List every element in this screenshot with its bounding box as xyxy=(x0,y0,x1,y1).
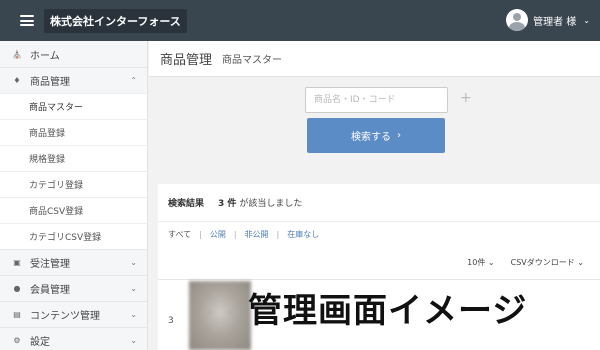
chevron-down-icon[interactable]: ⌄ xyxy=(583,16,590,25)
csv-download-menu[interactable]: CSVダウンロード ⌄ xyxy=(511,257,584,268)
plus-icon[interactable]: + xyxy=(460,90,472,106)
per-page-select[interactable]: 10件 ⌄ xyxy=(467,257,494,268)
sidebar-item-label: 会員管理 xyxy=(30,285,70,296)
sidebar: ⛪ ホーム ♦ 商品管理 ⌃ 商品マスター 商品登録 規格登録 カテゴリ登録 商… xyxy=(0,41,148,350)
chevron-right-icon: › xyxy=(397,130,401,141)
chevron-down-icon: ⌄ xyxy=(130,284,137,293)
chevron-up-icon: ⌃ xyxy=(130,76,137,85)
sidebar-subitem-product-master[interactable]: 商品マスター xyxy=(0,93,147,119)
page-subtitle: 商品マスター xyxy=(222,55,283,66)
sidebar-subitem-product-register[interactable]: 商品登録 xyxy=(0,119,147,145)
divider xyxy=(158,279,600,280)
sidebar-subitem-category-register[interactable]: カテゴリ登録 xyxy=(0,171,147,197)
list-controls: 10件 ⌄ CSVダウンロード ⌄ xyxy=(467,257,584,268)
gear-icon: ⚙ xyxy=(13,336,21,345)
hamburger-menu-icon[interactable] xyxy=(20,15,34,26)
product-thumbnail[interactable] xyxy=(189,281,251,350)
sidebar-item-product-management[interactable]: ♦ 商品管理 ⌃ xyxy=(0,67,147,93)
filter-separator: | xyxy=(233,229,237,239)
search-button-label: 検索する xyxy=(351,132,391,143)
sidebar-item-home[interactable]: ⛪ ホーム xyxy=(0,41,147,67)
sidebar-item-label: ホーム xyxy=(30,50,60,62)
filter-all[interactable]: すべて xyxy=(168,229,191,240)
sidebar-item-settings[interactable]: ⚙ 設定 ⌄ xyxy=(0,327,147,350)
user-menu[interactable]: 管理者 様 ⌄ xyxy=(506,9,590,31)
sidebar-subitem-spec-register[interactable]: 規格登録 xyxy=(0,145,147,171)
chevron-down-icon: ⌄ xyxy=(577,258,584,267)
document-icon: ▤ xyxy=(13,310,21,319)
filter-separator: | xyxy=(199,229,202,239)
sidebar-item-label: 商品管理 xyxy=(30,77,70,88)
sidebar-item-order-management[interactable]: ▣ 受注管理 ⌄ xyxy=(0,249,147,275)
results-header: 検索結果 3 件 が該当しました xyxy=(158,184,600,222)
sidebar-subitem-product-csv[interactable]: 商品CSV登録 xyxy=(0,197,147,223)
sidebar-subitem-category-csv[interactable]: カテゴリCSV登録 xyxy=(0,223,147,249)
avatar[interactable] xyxy=(506,9,529,31)
results-label: 検索結果 xyxy=(168,199,205,209)
overlay-caption: 管理画面イメージ xyxy=(248,291,528,331)
page-header: 商品管理 商品マスター xyxy=(149,41,600,77)
top-bar: 株式会社インターフォース 管理者 様 ⌄ xyxy=(0,0,600,41)
users-icon: ● xyxy=(13,284,21,293)
sidebar-item-label: 受注管理 xyxy=(30,259,70,270)
filter-private[interactable]: 非公開 xyxy=(245,229,269,240)
filter-out-of-stock[interactable]: 在庫なし xyxy=(287,229,319,240)
sidebar-item-content-management[interactable]: ▤ コンテンツ管理 ⌄ xyxy=(0,301,147,327)
chevron-down-icon: ⌄ xyxy=(130,310,137,319)
search-input[interactable] xyxy=(305,87,448,113)
chevron-down-icon: ⌄ xyxy=(130,258,137,267)
brand-name[interactable]: 株式会社インターフォース xyxy=(44,8,187,33)
search-button[interactable]: 検索する › xyxy=(307,118,445,153)
csv-download-label: CSVダウンロード xyxy=(510,258,575,267)
filter-separator: | xyxy=(276,229,280,239)
home-icon: ⛪ xyxy=(12,49,22,59)
cart-icon: ▣ xyxy=(13,258,21,267)
sidebar-item-member-management[interactable]: ● 会員管理 ⌄ xyxy=(0,275,147,301)
user-label[interactable]: 管理者 様 xyxy=(533,13,576,28)
per-page-value: 10件 xyxy=(467,258,486,267)
filter-links: すべて | 公開 | 非公開 | 在庫なし xyxy=(158,222,600,246)
chevron-down-icon: ⌄ xyxy=(130,336,137,345)
sidebar-item-label: 設定 xyxy=(30,337,50,348)
page-title: 商品管理 xyxy=(160,53,213,68)
filter-public[interactable]: 公開 xyxy=(210,229,226,240)
results-message: が該当しました xyxy=(239,199,303,209)
sidebar-item-label: コンテンツ管理 xyxy=(30,311,100,322)
tag-icon: ♦ xyxy=(13,76,21,85)
row-number: 3 xyxy=(168,316,174,326)
results-count: 3 件 xyxy=(218,199,237,209)
chevron-down-icon: ⌄ xyxy=(487,258,495,267)
